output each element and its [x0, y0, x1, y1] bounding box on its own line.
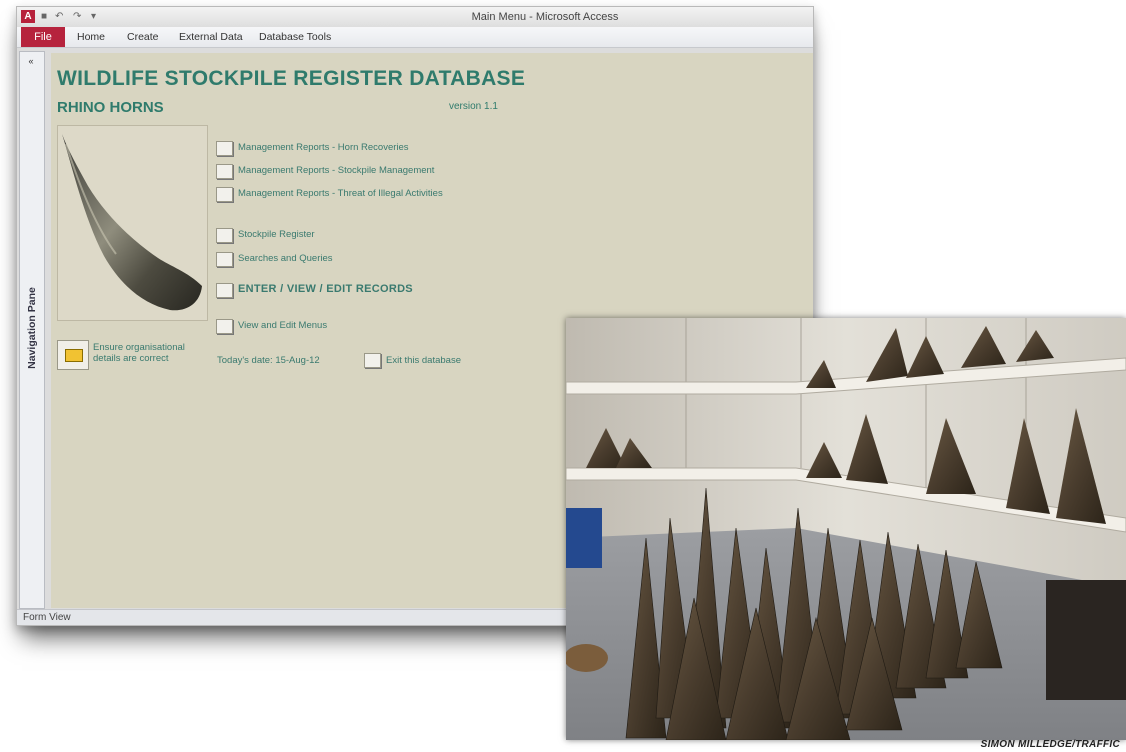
menu-label-view-edit-menus[interactable]: View and Edit Menus [238, 320, 327, 331]
photo-credit: SIMON MILLEDGE/TRAFFIC [980, 739, 1120, 750]
todays-date-label: Today's date: 15-Aug-12 [217, 355, 320, 366]
version-label: version 1.1 [449, 101, 498, 112]
window-title: Main Menu - Microsoft Access [471, 11, 619, 23]
stockpile-room-picture [566, 318, 1126, 740]
menu-label-horn-recoveries[interactable]: Management Reports - Horn Recoveries [238, 142, 409, 153]
menu-label-enter-view-edit[interactable]: ENTER / VIEW / EDIT RECORDS [238, 283, 413, 295]
tab-file[interactable]: File [21, 27, 65, 47]
rhino-horn-picture [62, 134, 202, 311]
rhino-horn-image [57, 125, 208, 321]
menu-label-stockpile-management[interactable]: Management Reports - Stockpile Managemen… [238, 165, 434, 176]
tab-external-data[interactable]: External Data [179, 31, 243, 43]
menu-button-illegal-activities[interactable] [216, 187, 233, 202]
menu-button-stockpile-management[interactable] [216, 164, 233, 179]
tab-home[interactable]: Home [77, 31, 105, 43]
ribbon-tabs: File Home Create External Data Database … [17, 27, 813, 48]
organisation-details-label: Ensure organisational details are correc… [93, 342, 185, 364]
status-text: Form View [23, 612, 71, 623]
tab-database-tools[interactable]: Database Tools [259, 31, 331, 43]
title-bar: A ■ ↶ ↷ ▾ Main Menu - Microsoft Access [17, 7, 813, 27]
menu-label-searches-queries[interactable]: Searches and Queries [238, 253, 333, 264]
menu-button-stockpile-register[interactable] [216, 228, 233, 243]
menu-button-view-edit-menus[interactable] [216, 319, 233, 334]
database-subtitle: RHINO HORNS [57, 99, 164, 116]
menu-label-stockpile-register[interactable]: Stockpile Register [238, 229, 315, 240]
exit-database-button[interactable] [364, 353, 381, 368]
organisation-details-button[interactable] [57, 340, 89, 370]
navigation-pane[interactable]: « Navigation Pane [19, 51, 45, 609]
menu-button-enter-view-edit[interactable] [216, 283, 233, 298]
menu-button-horn-recoveries[interactable] [216, 141, 233, 156]
menu-label-illegal-activities[interactable]: Management Reports - Threat of Illegal A… [238, 188, 443, 199]
navigation-pane-label[interactable]: Navigation Pane [26, 276, 38, 380]
exit-database-label[interactable]: Exit this database [386, 355, 461, 366]
menu-button-searches-queries[interactable] [216, 252, 233, 267]
tab-create[interactable]: Create [127, 31, 159, 43]
folder-icon [65, 349, 83, 362]
stockpile-room-photo [566, 318, 1126, 740]
database-title: WILDLIFE STOCKPILE REGISTER DATABASE [57, 67, 526, 90]
nav-pane-toggle-icon[interactable]: « [25, 56, 37, 66]
